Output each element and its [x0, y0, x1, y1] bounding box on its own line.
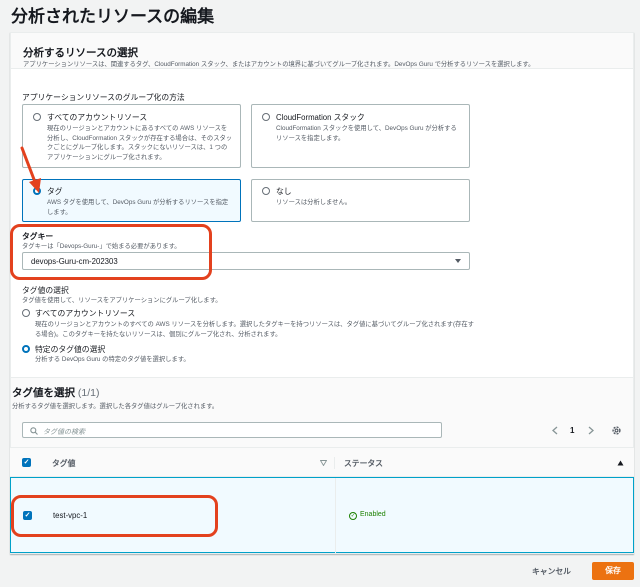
row-status: ✓ Enabled — [349, 511, 386, 520]
search-icon — [30, 426, 38, 435]
table-title: タグ値を選択 (1/1) — [12, 385, 100, 400]
tag-values-specific-title[interactable]: 特定のタグ値の選択 — [35, 344, 105, 355]
column-header-status[interactable]: ステータス — [344, 458, 383, 469]
chevron-left-icon[interactable] — [551, 426, 559, 435]
grouping-method-label: アプリケーションリソースのグループ化の方法 — [22, 93, 185, 102]
option-description: リソースは分析しません。 — [276, 199, 352, 206]
settings-gear-icon[interactable] — [611, 425, 622, 436]
radio-all-resources[interactable] — [33, 113, 41, 121]
chevron-right-icon[interactable] — [587, 426, 595, 435]
caret-down-icon — [455, 259, 461, 263]
check-circle-icon: ✓ — [349, 512, 357, 520]
radio-tag-values-specific[interactable] — [22, 345, 30, 353]
tag-key-hint: タグキーは「Devops-Guru-」で始まる必要があります。 — [22, 243, 181, 250]
annotation-arrow-icon — [20, 146, 41, 193]
panel-header: 分析するリソースの選択 アプリケーションリソースは、関連するタグ、CloudFo… — [11, 33, 633, 69]
save-button[interactable]: 保存 — [592, 562, 634, 580]
page-title: 分析されたリソースの編集 — [11, 7, 215, 26]
option-description: AWS タグを使用して、DevOps Guru が分析するリソースを指定します。 — [47, 199, 229, 216]
grouping-option-none[interactable]: なし リソースは分析しません。 — [251, 179, 470, 222]
section-description: アプリケーションリソースは、関連するタグ、CloudFormation スタック… — [23, 61, 535, 68]
column-divider — [335, 478, 336, 554]
table-header-row: ✓ タグ値 ステータス — [10, 447, 634, 477]
tag-values-specific-desc: 分析する DevOps Guru の特定のタグ値を選択します。 — [35, 356, 190, 363]
grouping-option-cloudformation[interactable]: CloudFormation スタック CloudFormation スタックを… — [251, 104, 470, 168]
search-placeholder: タグ値の検索 — [43, 428, 85, 436]
tag-values-all-desc: 現在のリージョンとアカウントのすべての AWS リソースを分析します。選択したタ… — [35, 321, 474, 338]
grouping-option-tag[interactable]: タグ AWS タグを使用して、DevOps Guru が分析するリソースを指定し… — [22, 179, 241, 222]
tag-key-select[interactable]: devops-Guru-cm-202303 — [22, 252, 470, 270]
radio-tag-values-all[interactable] — [22, 309, 30, 317]
tag-values-hint: タグ値を使用して、リソースをアプリケーションにグループ化します。 — [22, 297, 222, 304]
sort-ascending-icon[interactable] — [617, 460, 624, 466]
radio-cloudformation[interactable] — [262, 113, 270, 121]
tag-values-all-title[interactable]: すべてのアカウントリソース — [35, 308, 135, 319]
table-description: 分析するタグ値を選択します。選択した各タグ値はグループ化されます。 — [12, 403, 219, 410]
option-title: なし — [276, 187, 292, 196]
select-all-checkbox[interactable]: ✓ — [22, 458, 31, 467]
grouping-option-all-resources[interactable]: すべてのアカウントリソース 現在のリージョンとアカウントにあるすべての AWS … — [22, 104, 241, 168]
page-number[interactable]: 1 — [570, 426, 574, 435]
option-title: タグ — [47, 187, 63, 196]
row-checkbox[interactable]: ✓ — [23, 511, 32, 520]
radio-none[interactable] — [262, 187, 270, 195]
row-tag-value: test-vpc-1 — [53, 511, 88, 520]
tag-key-value: devops-Guru-cm-202303 — [31, 257, 118, 266]
cancel-button[interactable]: キャンセル — [532, 566, 571, 577]
table-row[interactable]: ✓ test-vpc-1 ✓ Enabled — [10, 477, 634, 554]
row-status-text: Enabled — [360, 511, 386, 518]
sort-icon[interactable] — [320, 460, 327, 466]
column-header-tag-value[interactable]: タグ値 — [52, 458, 75, 469]
section-title: 分析するリソースの選択 — [23, 47, 138, 59]
table-header-section — [11, 377, 633, 453]
option-description: 現在のリージョンとアカウントにあるすべての AWS リソースを分析し、Cloud… — [47, 125, 233, 161]
option-title: CloudFormation スタック — [276, 113, 365, 122]
table-title-text: タグ値を選択 — [12, 387, 75, 399]
table-count: (1/1) — [77, 387, 100, 399]
tag-value-search[interactable]: タグ値の検索 — [22, 422, 442, 438]
option-description: CloudFormation スタックを使用して、DevOps Guru が分析… — [276, 125, 457, 142]
option-title: すべてのアカウントリソース — [47, 113, 148, 122]
column-divider — [334, 457, 335, 469]
